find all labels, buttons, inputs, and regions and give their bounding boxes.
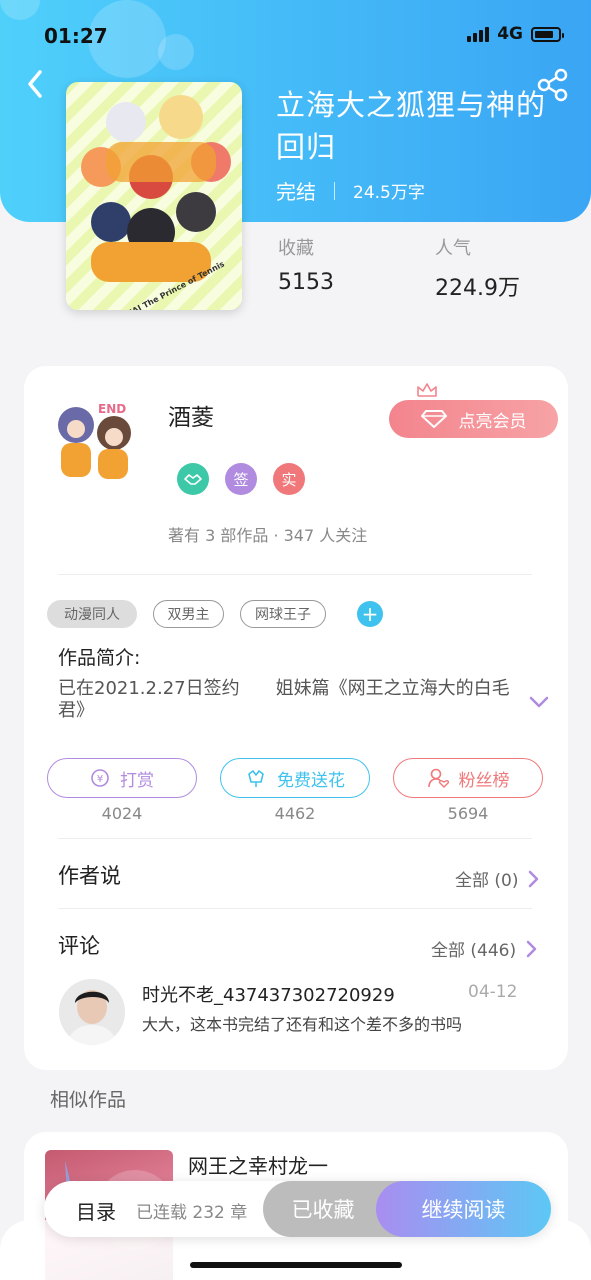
expand-chevron-icon[interactable] [528,694,550,710]
cover-illustration [81,95,231,282]
book-cover[interactable]: RIKKAI The Prince of Tennis [66,82,242,310]
toc-button[interactable]: 目录 [76,1196,116,1225]
crown-icon [417,383,437,397]
signal-icon [467,26,490,42]
chevron-right-icon [526,940,537,957]
comment-date: 04-12 [468,982,518,1002]
back-button[interactable] [22,66,52,102]
comments-title: 评论 [58,934,100,958]
commenter-name[interactable]: 时光不老_437437302720929 [142,981,395,1007]
tag-anime-fanfic[interactable]: 动漫同人 [47,600,137,628]
divider [58,908,532,909]
continue-reading-label: 继续阅读 [421,1198,506,1222]
tip-button[interactable]: ¥ 打赏 [47,758,197,798]
commenter-avatar[interactable] [59,979,125,1045]
tag-prince-of-tennis[interactable]: 网球王子 [240,600,326,628]
tip-count: 4024 [101,804,143,823]
chevron-left-icon [28,70,42,98]
favorites-value: 5153 [278,270,334,295]
fan-ranking-label: 粉丝榜 [458,770,510,791]
signed-badge: 签 [225,463,257,495]
handshake-badge [177,463,209,495]
verified-badge: 实 [273,463,305,495]
stat-popularity: 人气 224.9万 [435,234,520,302]
book-meta: 完结 24.5万字 [276,176,425,205]
author-avatar-illustration: END [58,402,131,479]
add-tag-button[interactable]: + [357,601,383,627]
status-bar: 01:27 4G [44,22,564,50]
tag-bl[interactable]: 双男主 [153,600,224,628]
intro-title: 作品简介: [58,647,141,669]
vip-button-label: 点亮会员 [458,411,527,432]
favorites-label: 收藏 [278,238,314,259]
book-status: 完结 [276,180,316,204]
similar-works-title: 相似作品 [50,1089,127,1111]
send-flower-button[interactable]: 免费送花 [220,758,370,798]
author-says-title: 作者说 [58,864,121,888]
tip-label: 打赏 [120,770,154,791]
flower-icon [248,770,264,787]
favorited-label: 已收藏 [291,1198,355,1222]
stat-favorites: 收藏 5153 [278,234,334,295]
intro-text: 已在2021.2.27日签约 姐妹篇《网王之立海大的白毛君》 [58,678,510,721]
author-avatar[interactable]: END [46,395,146,495]
author-name[interactable]: 酒菱 [168,398,214,432]
user-heart-icon [427,768,449,788]
continue-reading-button[interactable]: 继续阅读 [376,1181,551,1237]
status-time: 01:27 [44,24,108,48]
comment-text[interactable]: 大大，这本书完结了还有和这个差不多的书吗 [142,1011,462,1035]
svg-text:¥: ¥ [97,774,103,785]
coin-icon: ¥ [91,769,109,787]
divider [58,574,532,575]
similar-work-title[interactable]: 网王之幸村龙一 [188,1150,328,1179]
serial-count: 已连载 232 章 [136,1203,248,1223]
fan-ranking-button[interactable]: 粉丝榜 [393,758,543,798]
fan-count: 5694 [447,804,489,823]
popularity-value: 224.9万 [435,276,520,301]
home-indicator[interactable] [190,1262,402,1268]
commenter-photo [59,979,125,1045]
author-summary: 著有 3 部作品 · 347 人关注 [168,526,368,545]
meta-divider [334,181,335,200]
author-says-all-label: 全部 (0) [455,871,519,891]
divider [58,838,532,839]
svg-text:END: END [98,402,126,416]
book-title: 立海大之狐狸与神的回归 [276,88,547,164]
popularity-label: 人气 [435,238,471,259]
network-label: 4G [497,24,523,44]
comments-all-label: 全部 (446) [431,941,517,961]
send-flower-label: 免费送花 [277,770,345,791]
activate-vip-button[interactable]: 点亮会员 [389,400,558,438]
chevron-right-icon [529,870,539,887]
handshake-icon [184,474,202,485]
word-count: 24.5万字 [353,183,425,203]
author-says-all-link[interactable]: 全部 (0) [455,866,540,891]
comments-all-link[interactable]: 全部 (446) [431,936,538,961]
flower-count: 4462 [274,804,316,823]
diamond-icon [420,410,447,428]
battery-icon [531,26,564,42]
